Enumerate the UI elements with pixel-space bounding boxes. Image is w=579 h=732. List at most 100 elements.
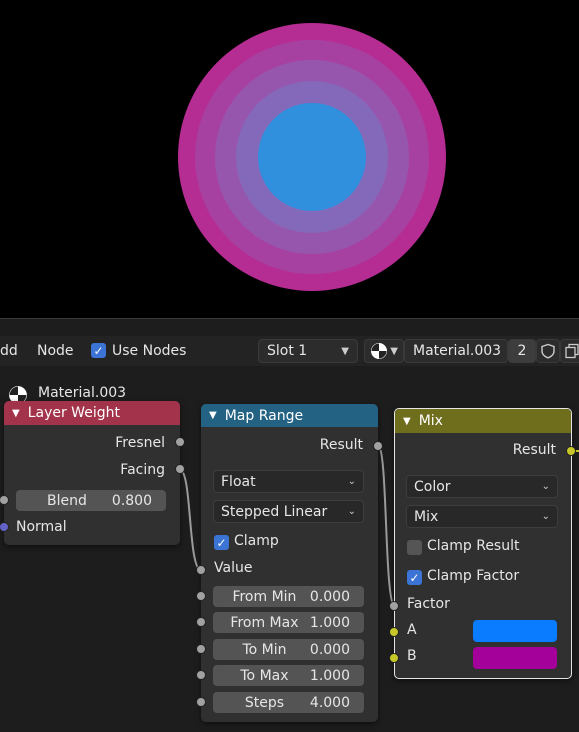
socket-facing[interactable] (175, 464, 185, 474)
to-max-field[interactable]: To Max 1.000 (213, 665, 364, 686)
link-result-to-factor (377, 445, 396, 607)
field-label: From Max (230, 614, 299, 631)
from-min-field[interactable]: From Min 0.000 (213, 586, 364, 607)
clamp-factor-checkbox[interactable]: ✓ (407, 570, 422, 585)
socket-to-min[interactable] (196, 644, 206, 654)
chevron-down-icon: ▼ (390, 345, 398, 357)
input-b-label: B (407, 648, 417, 664)
checkmark-icon: ✓ (93, 343, 104, 358)
socket-fresnel[interactable] (175, 437, 185, 447)
field-label: Steps (244, 694, 285, 711)
chevron-down-icon: ⌄ (347, 506, 356, 517)
socket-factor[interactable] (389, 601, 399, 611)
field-value: 1.000 (309, 667, 350, 684)
material-browse-button[interactable]: ▼ (364, 339, 404, 363)
field-label: From Min (232, 588, 297, 605)
slot-value: Slot 1 (267, 343, 308, 359)
socket-b[interactable] (389, 653, 399, 663)
clamp-result-checkbox[interactable] (407, 540, 422, 555)
data-type-select[interactable]: Color ⌄ (406, 475, 558, 498)
select-value: Mix (414, 508, 439, 525)
chevron-down-icon: ⌄ (541, 511, 550, 522)
select-value: Color (414, 478, 451, 495)
node-editor-header: dd Node ✓ Use Nodes Slot 1 ▼ ▼ Material.… (0, 336, 579, 366)
field-label: Blend (47, 492, 87, 509)
select-value: Stepped Linear (221, 503, 328, 520)
clamp-checkbox[interactable]: ✓ (214, 535, 229, 550)
clamp-result-label: Clamp Result (427, 538, 520, 554)
checkmark-icon: ✓ (216, 535, 227, 550)
color-a-swatch[interactable] (473, 620, 557, 642)
material-sphere-icon (371, 343, 387, 359)
mix-node[interactable]: ▼ Mix Result Color ⌄ Mix ⌄ Clamp Result … (394, 408, 572, 679)
menu-node[interactable]: Node (37, 343, 74, 359)
interpolation-select[interactable]: Stepped Linear ⌄ (213, 500, 364, 523)
steps-field[interactable]: Steps 4.000 (213, 692, 364, 713)
to-min-field[interactable]: To Min 0.000 (213, 639, 364, 660)
map-range-header[interactable]: ▼ Map Range (201, 404, 378, 427)
socket-from-max[interactable] (196, 617, 206, 627)
output-fresnel-label: Fresnel (115, 435, 165, 451)
from-max-field[interactable]: From Max 1.000 (213, 612, 364, 633)
collapse-arrow-icon[interactable]: ▼ (403, 416, 411, 427)
duplicate-icon (565, 343, 579, 359)
duplicate-material-button[interactable] (560, 339, 579, 363)
checkmark-icon: ✓ (409, 570, 420, 585)
material-name-field[interactable]: Material.003 (404, 339, 508, 363)
node-title: Map Range (224, 407, 304, 424)
input-factor-label: Factor (407, 596, 450, 612)
field-label: To Min (242, 641, 287, 658)
select-value: Float (221, 473, 256, 490)
node-editor-canvas[interactable]: Material.003 ▼ Layer Weight Fresnel Faci… (0, 366, 579, 732)
output-result-label: Result (319, 437, 363, 453)
fake-user-button[interactable] (536, 339, 560, 363)
chevron-down-icon: ⌄ (347, 476, 356, 487)
blend-mode-select[interactable]: Mix ⌄ (406, 505, 558, 528)
field-value: 1.000 (309, 614, 350, 631)
collapse-arrow-icon[interactable]: ▼ (12, 408, 20, 419)
output-result-label: Result (512, 442, 556, 458)
map-range-node[interactable]: ▼ Map Range Result Float ⌄ Stepped Linea… (201, 404, 378, 722)
color-b-swatch[interactable] (473, 647, 557, 669)
preview-ring-5 (258, 103, 366, 211)
link-facing-to-value (179, 469, 202, 571)
field-label: To Max (240, 667, 289, 684)
use-nodes-checkbox[interactable]: ✓ (91, 343, 106, 358)
field-value: 0.000 (309, 588, 350, 605)
field-value: 0.800 (111, 492, 152, 509)
socket-a[interactable] (389, 627, 399, 637)
slot-dropdown[interactable]: Slot 1 ▼ (258, 339, 358, 363)
shield-icon (541, 343, 555, 359)
use-nodes-label[interactable]: Use Nodes (112, 343, 186, 359)
preview-sphere (178, 23, 446, 291)
collapse-arrow-icon[interactable]: ▼ (209, 410, 217, 421)
socket-mix-result[interactable] (566, 446, 576, 456)
clamp-factor-label: Clamp Factor (427, 568, 520, 584)
menu-add[interactable]: dd (0, 343, 18, 359)
material-preview (0, 0, 579, 318)
material-name: Material.003 (413, 343, 502, 359)
socket-to-max[interactable] (196, 670, 206, 680)
chevron-down-icon: ⌄ (541, 481, 550, 492)
data-type-select[interactable]: Float ⌄ (213, 470, 364, 493)
output-facing-label: Facing (120, 462, 165, 478)
node-title: Layer Weight (27, 405, 120, 421)
user-count-value: 2 (517, 343, 527, 359)
blend-field[interactable]: Blend 0.800 (16, 490, 166, 511)
area-gap (0, 319, 579, 333)
field-value: 0.000 (309, 641, 350, 658)
socket-from-min[interactable] (196, 591, 206, 601)
clamp-label: Clamp (234, 533, 279, 549)
chevron-down-icon: ▼ (341, 345, 349, 357)
socket-value[interactable] (196, 565, 206, 575)
input-value-label: Value (214, 560, 253, 576)
input-a-label: A (407, 622, 417, 638)
layer-weight-node[interactable]: ▼ Layer Weight Fresnel Facing Blend 0.80… (4, 401, 180, 545)
socket-result[interactable] (373, 441, 383, 451)
mix-header[interactable]: ▼ Mix (395, 409, 571, 433)
input-normal-label: Normal (16, 519, 67, 535)
material-user-count[interactable]: 2 (508, 339, 536, 363)
socket-steps[interactable] (196, 697, 206, 707)
node-title: Mix (418, 413, 443, 429)
layer-weight-header[interactable]: ▼ Layer Weight (4, 401, 180, 425)
